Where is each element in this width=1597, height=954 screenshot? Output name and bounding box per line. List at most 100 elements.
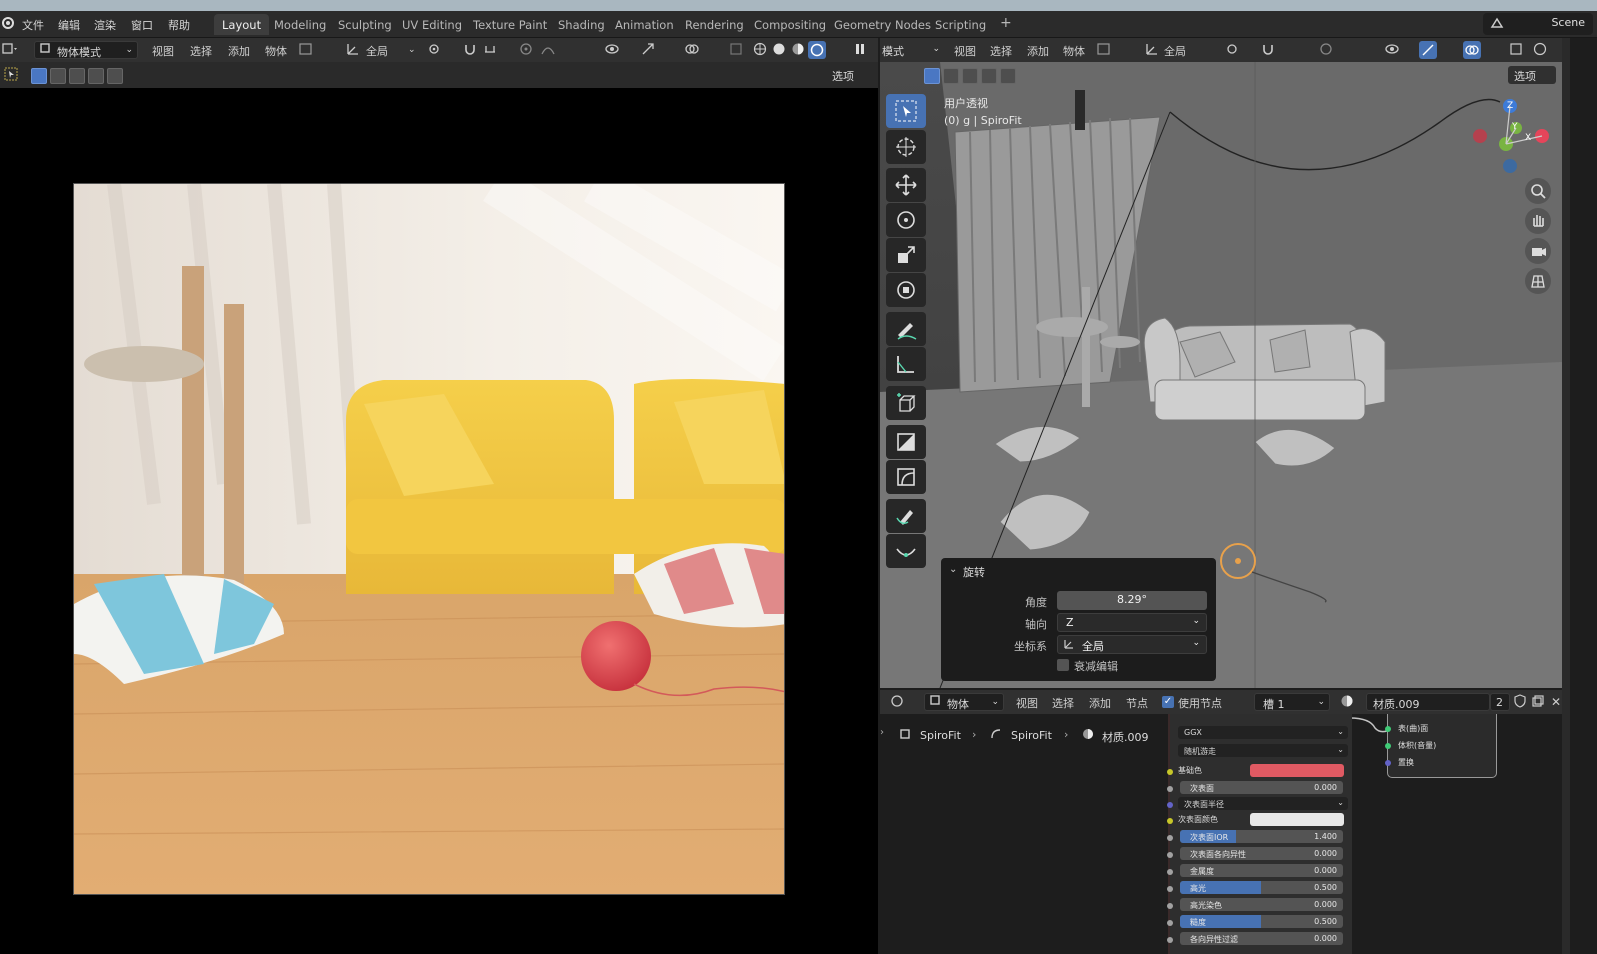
subsurface-ior-socket[interactable] bbox=[1167, 835, 1173, 841]
ortho-grid-icon[interactable] bbox=[1525, 268, 1551, 294]
subsurface-field[interactable]: 次表面 0.000 bbox=[1180, 781, 1343, 794]
user-count[interactable]: 2 bbox=[1490, 693, 1510, 711]
menu-help[interactable]: 帮助 bbox=[168, 17, 190, 33]
editor-type-icon[interactable] bbox=[2, 42, 18, 58]
tab-texture-paint[interactable]: Texture Paint bbox=[465, 14, 555, 35]
base-color-swatch[interactable] bbox=[1250, 764, 1344, 777]
wireframe-shading-icon[interactable] bbox=[1532, 42, 1548, 58]
select-tool-icon[interactable] bbox=[3, 67, 19, 83]
add-cube-tool[interactable] bbox=[886, 386, 926, 420]
node-menu-view[interactable]: 视图 bbox=[1016, 695, 1038, 711]
falloff-icon[interactable] bbox=[540, 42, 556, 58]
viewport-menu-view[interactable]: 视图 bbox=[954, 43, 976, 59]
subsurface-radius-socket[interactable] bbox=[1167, 802, 1173, 808]
scale-tool[interactable] bbox=[886, 238, 926, 272]
select-box-tool[interactable] bbox=[886, 94, 926, 128]
viewport-mode-dropdown[interactable]: 模式 ⌄ bbox=[880, 41, 942, 59]
select-mode-subtract-icon[interactable] bbox=[69, 68, 85, 84]
blender-logo-icon[interactable] bbox=[0, 16, 16, 32]
proportional-edit-icon[interactable] bbox=[518, 42, 534, 58]
tab-scripting[interactable]: Scripting bbox=[927, 14, 994, 35]
snap-icon[interactable] bbox=[462, 42, 478, 58]
angle-field[interactable]: 8.29° bbox=[1057, 591, 1207, 610]
menu-edit[interactable]: 编辑 bbox=[58, 17, 80, 33]
material-browse-icon[interactable] bbox=[1340, 694, 1356, 710]
specular-socket[interactable] bbox=[1167, 886, 1173, 892]
shear-tool[interactable] bbox=[886, 460, 926, 494]
node-menu-select[interactable]: 选择 bbox=[1052, 695, 1074, 711]
left-options-dropdown[interactable]: 选项 bbox=[826, 66, 872, 84]
move-tool[interactable] bbox=[886, 168, 926, 202]
pause-render-icon[interactable] bbox=[852, 42, 868, 58]
left-menu-add[interactable]: 添加 bbox=[228, 43, 250, 59]
breadcrumb-object[interactable]: SpiroFit bbox=[920, 729, 961, 742]
node-menu-add[interactable]: 添加 bbox=[1089, 695, 1111, 711]
subsurface-radius-dropdown[interactable]: 次表面半径 ⌄ bbox=[1178, 797, 1348, 810]
object-type-icon[interactable] bbox=[298, 42, 314, 58]
xray-icon[interactable] bbox=[1508, 42, 1524, 58]
tab-rendering[interactable]: Rendering bbox=[677, 14, 752, 35]
subsurface-aniso-socket[interactable] bbox=[1167, 852, 1173, 858]
tab-shading[interactable]: Shading bbox=[550, 14, 613, 35]
subsurface-socket[interactable] bbox=[1167, 786, 1173, 792]
viewport-menu-select[interactable]: 选择 bbox=[990, 43, 1012, 59]
annotate-tool[interactable] bbox=[886, 312, 926, 346]
aniso-socket[interactable] bbox=[1167, 937, 1173, 943]
axis-dropdown[interactable]: Z ⌄ bbox=[1057, 613, 1207, 632]
tab-sculpting[interactable]: Sculpting bbox=[330, 14, 400, 35]
gizmo-icon[interactable] bbox=[640, 42, 656, 58]
object-mode-dropdown[interactable]: 物体模式 ⌄ bbox=[34, 41, 138, 59]
material-shading-icon[interactable] bbox=[790, 42, 806, 58]
material-name-field[interactable]: 材质.009 bbox=[1366, 693, 1490, 711]
aniso-field[interactable]: 各向异性过滤 0.000 bbox=[1180, 932, 1343, 945]
viewport-transform-orientation[interactable]: 全局 bbox=[1164, 43, 1186, 59]
cursor-tool[interactable] bbox=[886, 130, 926, 164]
select-mode-intersect-icon[interactable] bbox=[1000, 68, 1016, 84]
select-mode-new-icon[interactable] bbox=[31, 68, 47, 84]
pan-hand-icon[interactable] bbox=[1525, 208, 1551, 234]
snap-icon[interactable] bbox=[1260, 42, 1276, 58]
visibility-eye-icon[interactable] bbox=[1384, 42, 1400, 58]
use-nodes-checkbox[interactable]: ✓ bbox=[1162, 696, 1174, 708]
select-mode-subtract-icon[interactable] bbox=[962, 68, 978, 84]
displacement-socket[interactable] bbox=[1385, 760, 1391, 766]
menu-window[interactable]: 窗口 bbox=[131, 17, 153, 33]
left-menu-view[interactable]: 视图 bbox=[152, 43, 174, 59]
snap-target-icon[interactable] bbox=[482, 42, 498, 58]
viewport-menu-add[interactable]: 添加 bbox=[1027, 43, 1049, 59]
material-output-node[interactable]: 表(曲)面 体积(音量) 置换 bbox=[1385, 714, 1497, 778]
principled-bsdf-node[interactable]: GGX ⌄ 随机游走 ⌄ 基础色 次表面 0.000 次表面半径 ⌄ 次表面颜色… bbox=[1167, 714, 1352, 954]
proportional-checkbox[interactable] bbox=[1057, 659, 1069, 671]
subsurface-aniso-field[interactable]: 次表面各向异性 0.000 bbox=[1180, 847, 1343, 860]
select-mode-extend-icon[interactable] bbox=[50, 68, 66, 84]
select-mode-new-icon[interactable] bbox=[924, 68, 940, 84]
pivot-point-icon[interactable] bbox=[1226, 42, 1242, 58]
surface-socket[interactable] bbox=[1385, 726, 1391, 732]
zoom-icon[interactable] bbox=[1525, 178, 1551, 204]
metallic-socket[interactable] bbox=[1167, 869, 1173, 875]
shrink-fatten-tool[interactable] bbox=[886, 425, 926, 459]
xray-icon[interactable] bbox=[728, 42, 744, 58]
select-mode-intersect-icon[interactable] bbox=[107, 68, 123, 84]
select-mode-invert-icon[interactable] bbox=[981, 68, 997, 84]
knife-draw-tool[interactable] bbox=[886, 499, 926, 533]
shader-type-dropdown[interactable]: 物体 ⌄ bbox=[924, 693, 1004, 711]
breadcrumb-material[interactable]: 材质.009 bbox=[1102, 729, 1149, 745]
select-mode-invert-icon[interactable] bbox=[88, 68, 104, 84]
overlays-icon[interactable] bbox=[684, 42, 700, 58]
volume-socket[interactable] bbox=[1385, 743, 1391, 749]
tab-layout[interactable]: Layout bbox=[214, 14, 270, 35]
subsurface-ior-field[interactable]: 次表面IOR 1.400 bbox=[1180, 830, 1343, 843]
select-mode-extend-icon[interactable] bbox=[943, 68, 959, 84]
specular-tint-field[interactable]: 高光染色 0.000 bbox=[1180, 898, 1343, 911]
tab-geometry-nodes[interactable]: Geometry Nodes bbox=[826, 14, 939, 35]
node-editor-type-icon[interactable] bbox=[890, 694, 906, 710]
menu-render[interactable]: 渲染 bbox=[94, 17, 116, 33]
pivot-point-icon[interactable] bbox=[428, 42, 444, 58]
subsurface-color-swatch[interactable] bbox=[1250, 813, 1344, 826]
rotate-tool[interactable] bbox=[886, 203, 926, 237]
left-menu-object[interactable]: 物体 bbox=[265, 43, 287, 59]
left-transform-orientation[interactable]: 全局 bbox=[366, 43, 388, 59]
fake-user-shield-icon[interactable] bbox=[1512, 694, 1528, 710]
distribution-dropdown[interactable]: GGX ⌄ bbox=[1178, 726, 1348, 739]
